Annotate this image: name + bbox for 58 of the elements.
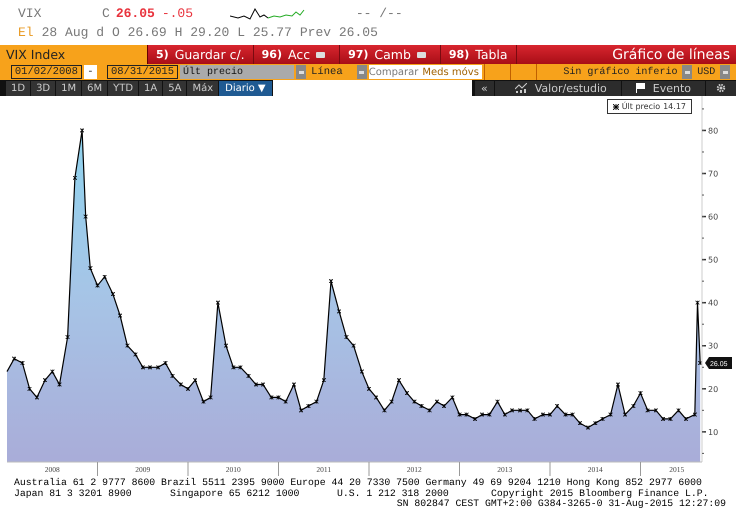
period-tab[interactable]: 5A: [163, 80, 186, 96]
dropdown-icon[interactable]: [356, 65, 367, 79]
event-button[interactable]: Evento: [622, 80, 705, 96]
y-tick-label: 40: [708, 298, 718, 308]
price-change: -.05: [162, 5, 194, 23]
period-tab[interactable]: 1A: [139, 80, 162, 96]
footer-text: Singapore 65 6212 1000: [170, 488, 300, 499]
style-dropdown[interactable]: Línea: [308, 65, 355, 79]
dropdown-icon[interactable]: [296, 65, 306, 79]
footer-text: U.S. 1 212 318 2000: [337, 488, 450, 499]
lower-chart-dropdown[interactable]: Sin gráfico inferio: [560, 65, 680, 79]
period-tab[interactable]: 1D: [6, 80, 30, 96]
collapse-button[interactable]: «: [475, 80, 494, 96]
y-tick-label: 70: [708, 170, 718, 178]
star-marker-icon: [612, 104, 619, 110]
y-tick-label: 50: [708, 256, 718, 265]
y-tick-label: 10: [708, 428, 718, 437]
flag-icon: [636, 83, 645, 93]
chart-icon: [514, 83, 527, 93]
compare-button[interactable]: Comparar: [368, 66, 418, 78]
moving-averages-button[interactable]: Meds móvs: [422, 66, 479, 78]
period-tab[interactable]: Máx: [187, 80, 218, 96]
quote-field: H 29.20: [174, 23, 230, 42]
footer-text: Japan 81 3 3201 8900: [14, 488, 133, 499]
ticker: VIX: [18, 5, 42, 23]
y-tick-label: 30: [708, 342, 718, 351]
y-tick-label: 20: [708, 384, 718, 394]
quote-field: Prev 26.05: [300, 23, 378, 42]
date-separator: -: [84, 65, 97, 79]
footer-text: Copyright 2015 Bloomberg Finance L.P.: [491, 488, 710, 499]
study-button[interactable]: Valor/estudio: [494, 80, 621, 96]
security-field[interactable]: VIX Index: [0, 45, 148, 64]
y-tick-label: 80: [708, 126, 718, 136]
source-code: El: [18, 24, 34, 42]
period-tab[interactable]: 6M: [82, 80, 108, 96]
input-field[interactable]: [272, 80, 472, 96]
footer-text: SN 802847 CEST GMT+2:00 G384-3265-0 31-Aug-2015 12:27:09: [396, 498, 726, 509]
frequency-dropdown[interactable]: Diario ▼: [219, 80, 272, 96]
end-date-field[interactable]: 08/31/2015: [107, 65, 178, 79]
chart-type-title: Gráfico de líneas: [612, 46, 731, 62]
change-label: C: [102, 5, 110, 23]
start-date-field[interactable]: 01/02/2008: [10, 65, 82, 79]
dropdown-icon[interactable]: [682, 65, 692, 79]
field-dropdown[interactable]: Últ precio: [180, 65, 294, 79]
quote-field: 28 Aug d: [42, 23, 104, 42]
chart-legend: Últ precio 14.17: [606, 99, 692, 114]
bid-ask: -- /--: [356, 5, 403, 23]
period-tab[interactable]: 1M: [56, 80, 82, 96]
currency-dropdown[interactable]: USD: [694, 65, 718, 79]
period-tab[interactable]: 3D: [31, 80, 56, 96]
settings-button[interactable]: [706, 80, 736, 96]
y-tick-label: 60: [708, 212, 718, 222]
settings-icon: [716, 83, 726, 93]
quote-field: O 26.69: [112, 23, 167, 42]
last-price: 26.05: [116, 5, 156, 23]
quote-field: L 25.77: [237, 23, 292, 42]
period-tab[interactable]: YTD: [108, 80, 138, 96]
footer-text: Australia 61 2 9777 8600 Brazil 5511 2395 9000 Europe 44 20 7330 7500 Germany 49 69 9204 1210 Hong Kong 852 2977 6000: [14, 478, 703, 488]
